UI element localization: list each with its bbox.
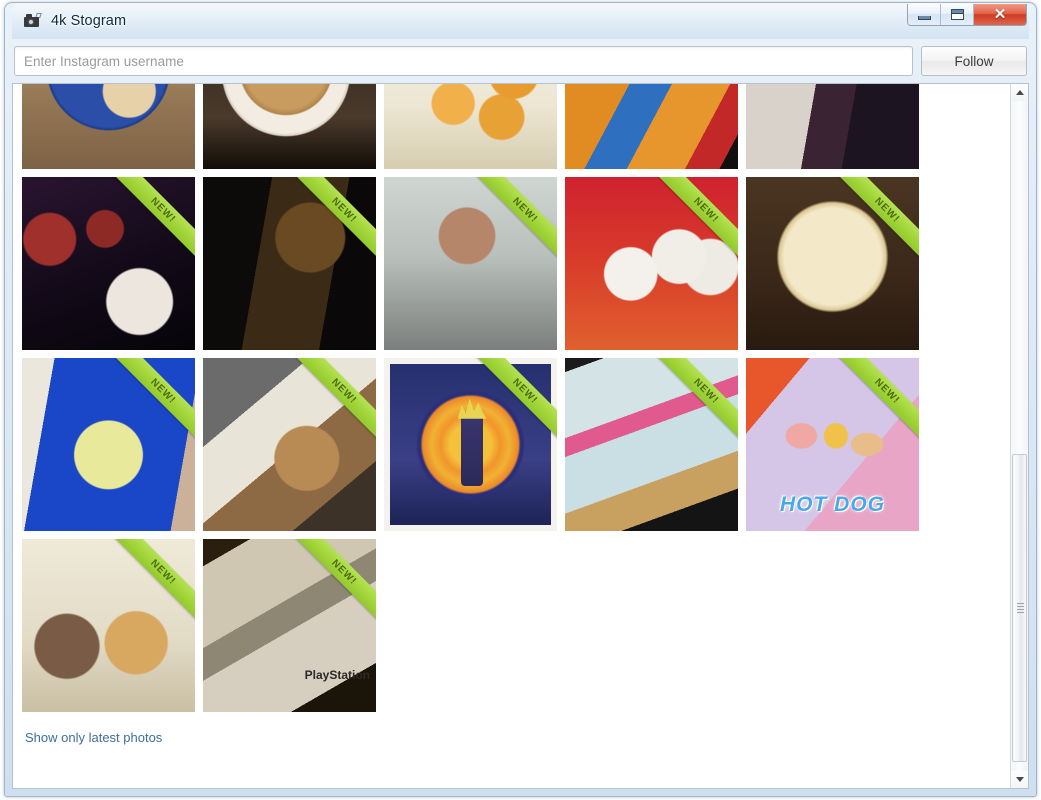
photo-row <box>22 84 1010 169</box>
drinks-and-coffee-cup-image <box>22 177 195 350</box>
blue-vault-tec-tshirt-image <box>22 358 195 531</box>
app-window: 4k Stogram ✕ Follow NEW!NEW!NEW!NEW!NEW <box>4 2 1037 797</box>
footer-area: Show only latest photos <box>13 729 992 747</box>
photo-thumbnail[interactable] <box>384 84 557 169</box>
maximize-button[interactable] <box>941 4 974 25</box>
photo-image <box>390 364 551 525</box>
photo-thumbnail[interactable]: NEW! <box>22 539 195 712</box>
scroll-up-button[interactable] <box>1011 84 1028 101</box>
pie-on-plate-image <box>203 84 376 169</box>
photo-image <box>22 84 195 169</box>
man-selfie-indoors-image <box>384 177 557 350</box>
minimize-icon <box>917 15 931 20</box>
scoop-of-ice-cream-image <box>746 177 919 350</box>
photo-thumbnail[interactable]: HOT DOG NEW! <box>746 358 919 531</box>
photo-image <box>565 177 738 350</box>
search-toolbar: Follow <box>12 39 1029 83</box>
playstation-game-cases-image <box>203 539 376 712</box>
photo-image <box>746 84 919 169</box>
photo-image <box>22 539 195 712</box>
photo-thumbnail[interactable]: NEW! <box>203 177 376 350</box>
photo-thumbnail[interactable] <box>565 84 738 169</box>
hot-dog-caption: HOT DOG <box>780 493 885 516</box>
photo-image <box>203 177 376 350</box>
photo-thumbnail[interactable]: NEW! <box>565 358 738 531</box>
photo-grid: NEW! NEW! NEW! NEW! NEW! NEW! NEW! NEW! NEW! HOT … <box>13 84 1010 720</box>
photo-row: NEW! NEW! NEW! NEW! HOT DOG NEW! <box>22 358 1010 531</box>
photo-image <box>203 84 376 169</box>
photo-image <box>203 358 376 531</box>
title-bar[interactable]: 4k Stogram ✕ <box>12 3 1029 39</box>
person-lying-in-bed-image <box>565 358 738 531</box>
person-shoulder-image <box>746 84 919 169</box>
person-in-orange-vest-image <box>565 84 738 169</box>
dark-cat-photo-image <box>203 177 376 350</box>
photo-image <box>22 177 195 350</box>
photo-thumbnail[interactable]: NEW! <box>203 358 376 531</box>
photo-image: HOT DOG <box>746 358 919 531</box>
camera-icon <box>24 13 42 29</box>
photo-thumbnail[interactable]: NEW! <box>22 177 195 350</box>
scroll-down-button[interactable] <box>1011 771 1028 788</box>
photo-thumbnail[interactable] <box>203 84 376 169</box>
photo-image <box>746 177 919 350</box>
window-controls: ✕ <box>907 4 1027 26</box>
content-frame: NEW! NEW! NEW! NEW! NEW! NEW! NEW! NEW! NEW! HOT … <box>12 83 1029 789</box>
photo-image <box>384 84 557 169</box>
dbz-figure <box>460 412 484 487</box>
photo-thumbnail[interactable]: NEW! <box>384 358 557 531</box>
maximize-icon <box>950 9 964 20</box>
photo-image <box>565 358 738 531</box>
show-only-latest-photos-link[interactable]: Show only latest photos <box>25 730 162 745</box>
minimize-button[interactable] <box>908 4 941 25</box>
photo-image: PlayStation <box>203 539 376 712</box>
vertical-scrollbar[interactable] <box>1010 84 1028 788</box>
plate-of-cookies-image <box>22 84 195 169</box>
styrofoam-coffee-cups-image <box>565 177 738 350</box>
fried-nuggets-image <box>384 84 557 169</box>
photo-thumbnail[interactable]: PlayStation NEW! <box>203 539 376 712</box>
photo-image <box>384 177 557 350</box>
photo-image <box>565 84 738 169</box>
scroll-thumb[interactable] <box>1012 454 1027 762</box>
photo-thumbnail[interactable] <box>22 84 195 169</box>
window-inner: 4k Stogram ✕ Follow NEW!NEW!NEW!NEW!NEW <box>5 3 1036 796</box>
scroll-up-arrow-icon <box>1015 90 1024 95</box>
search-input[interactable] <box>14 46 913 76</box>
close-icon: ✕ <box>993 6 1007 23</box>
photo-row: NEW! PlayStation NEW! <box>22 539 1010 712</box>
scroll-thumb-grip-icon <box>1017 603 1024 613</box>
scroll-down-arrow-icon <box>1015 777 1024 782</box>
playstation-caption: PlayStation <box>304 668 370 682</box>
window-title: 4k Stogram <box>51 13 127 29</box>
close-button[interactable]: ✕ <box>974 4 1026 25</box>
photo-thumbnail[interactable] <box>746 84 919 169</box>
photo-scroll-viewport[interactable]: NEW! NEW! NEW! NEW! NEW! NEW! NEW! NEW! NEW! HOT … <box>13 84 1010 788</box>
photo-thumbnail[interactable]: NEW! <box>384 177 557 350</box>
man-with-chihuahua-image <box>22 539 195 712</box>
dog-on-bed-image <box>203 358 376 531</box>
photo-image <box>22 358 195 531</box>
photo-thumbnail[interactable]: NEW! <box>22 358 195 531</box>
photo-row: NEW! NEW! NEW! NEW! NEW! <box>22 177 1010 350</box>
photo-thumbnail[interactable]: NEW! <box>565 177 738 350</box>
photo-thumbnail[interactable]: NEW! <box>746 177 919 350</box>
follow-button[interactable]: Follow <box>921 46 1027 76</box>
